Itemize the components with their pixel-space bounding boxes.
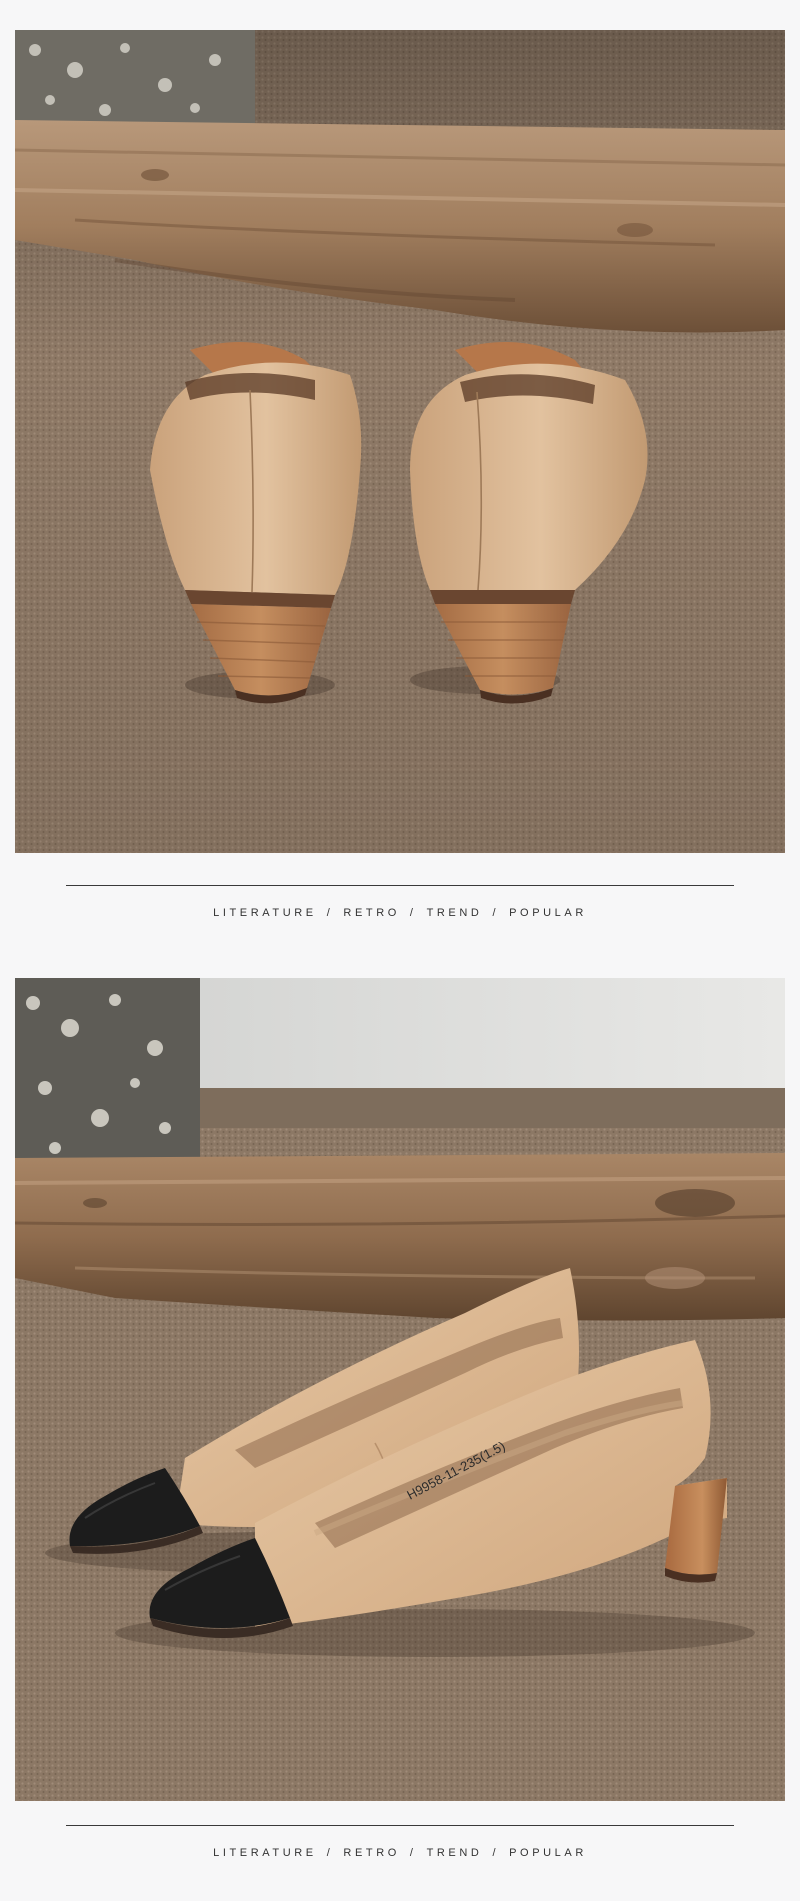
- tag-retro: RETRO: [343, 907, 400, 919]
- tagline-banner: LITERATURE / RETRO / TREND / POPULAR: [0, 1801, 800, 1901]
- tag-popular: POPULAR: [509, 1847, 587, 1859]
- tagline-text: LITERATURE / RETRO / TREND / POPULAR: [0, 1847, 800, 1859]
- tag-trend: TREND: [426, 1847, 483, 1859]
- tagline-text: LITERATURE / RETRO / TREND / POPULAR: [0, 907, 800, 919]
- tag-separator: /: [492, 907, 500, 919]
- tag-separator: /: [492, 1847, 500, 1859]
- tagline-banner: LITERATURE / RETRO / TREND / POPULAR: [0, 853, 800, 978]
- product-photo-side-view: H9958-11-235(1.5): [15, 978, 785, 1801]
- divider-line: [66, 885, 734, 886]
- product-photo-back-view: [15, 30, 785, 853]
- tag-literature: LITERATURE: [213, 1847, 317, 1859]
- divider-line: [66, 1825, 734, 1826]
- tag-popular: POPULAR: [509, 907, 587, 919]
- tag-separator: /: [409, 1847, 417, 1859]
- tag-literature: LITERATURE: [213, 907, 317, 919]
- tag-separator: /: [409, 907, 417, 919]
- tag-separator: /: [326, 907, 334, 919]
- tag-separator: /: [326, 1847, 334, 1859]
- tag-trend: TREND: [426, 907, 483, 919]
- tag-retro: RETRO: [343, 1847, 400, 1859]
